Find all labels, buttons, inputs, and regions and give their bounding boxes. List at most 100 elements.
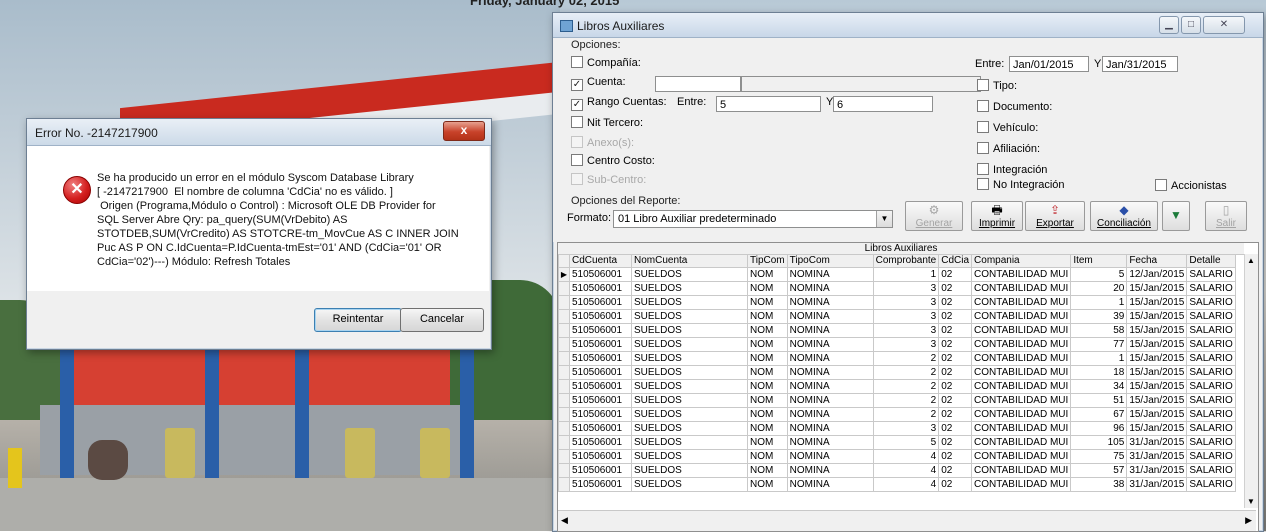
table-cell[interactable]: 75 (1070, 449, 1128, 464)
column-header[interactable]: Comprobante (872, 254, 940, 268)
table-cell[interactable]: SALARIO (1186, 421, 1236, 436)
table-cell[interactable]: NOMINA (786, 463, 874, 478)
table-cell[interactable]: SUELDOS (631, 449, 748, 464)
close-window-button[interactable]: ✕ (1203, 16, 1245, 34)
row-selector[interactable] (558, 477, 570, 492)
row-selector[interactable] (558, 407, 570, 422)
table-cell[interactable]: 2 (872, 393, 940, 408)
table-cell[interactable]: 510506001 (569, 407, 632, 422)
table-cell[interactable]: SUELDOS (631, 435, 748, 450)
table-cell[interactable]: NOMINA (786, 337, 874, 352)
checkbox-box[interactable]: ✓ (571, 79, 583, 91)
table-cell[interactable]: NOM (747, 477, 788, 492)
table-cell[interactable]: 15/Jan/2015 (1126, 337, 1188, 352)
table-cell[interactable]: SUELDOS (631, 393, 748, 408)
table-cell[interactable]: SALARIO (1186, 309, 1236, 324)
table-cell[interactable]: 12/Jan/2015 (1126, 267, 1188, 282)
table-cell[interactable]: 02 (938, 407, 973, 422)
table-cell[interactable]: 02 (938, 337, 973, 352)
table-cell[interactable]: NOMINA (786, 281, 874, 296)
table-cell[interactable]: 510506001 (569, 393, 632, 408)
table-row[interactable]: 510506001 SUELDOS NOM NOMINA 2 02 CONTABILIDAD… (558, 351, 1236, 366)
table-cell[interactable]: 5 (872, 435, 940, 450)
table-cell[interactable]: 77 (1070, 337, 1128, 352)
column-header[interactable]: Detalle (1186, 254, 1236, 268)
table-cell[interactable]: CONTABILIDAD MUI (971, 365, 1072, 380)
table-cell[interactable]: 57 (1070, 463, 1128, 478)
table-cell[interactable]: 15/Jan/2015 (1126, 421, 1188, 436)
table-cell[interactable]: 510506001 (569, 435, 632, 450)
row-selector[interactable] (558, 351, 570, 366)
table-cell[interactable]: NOM (747, 449, 788, 464)
table-cell[interactable]: 02 (938, 393, 973, 408)
table-cell[interactable]: SUELDOS (631, 267, 748, 282)
table-cell[interactable]: NOMINA (786, 407, 874, 422)
table-cell[interactable]: CONTABILIDAD MUI (971, 379, 1072, 394)
table-row[interactable]: 510506001 SUELDOS NOM NOMINA 2 02 CONTABILIDAD… (558, 407, 1236, 422)
table-cell[interactable]: SALARIO (1186, 463, 1236, 478)
table-cell[interactable]: 15/Jan/2015 (1126, 323, 1188, 338)
table-cell[interactable]: 02 (938, 267, 973, 282)
table-cell[interactable]: 3 (872, 323, 940, 338)
table-cell[interactable]: 3 (872, 309, 940, 324)
centro-costo-checkbox[interactable]: Centro Costo: (571, 154, 655, 167)
formato-select[interactable]: 01 Libro Auxiliar predeterminado ▼ (613, 210, 893, 228)
table-cell[interactable]: NOMINA (786, 379, 874, 394)
table-cell[interactable]: NOM (747, 323, 788, 338)
table-cell[interactable]: NOMINA (786, 449, 874, 464)
table-cell[interactable]: SALARIO (1186, 393, 1236, 408)
row-selector[interactable] (558, 365, 570, 380)
checkbox-box[interactable] (977, 142, 989, 154)
table-row[interactable]: 510506001 SUELDOS NOM NOMINA 5 02 CONTABILIDAD… (558, 435, 1236, 450)
row-selector[interactable] (558, 281, 570, 296)
table-cell[interactable]: 02 (938, 351, 973, 366)
table-cell[interactable]: 510506001 (569, 477, 632, 492)
table-cell[interactable]: 510506001 (569, 379, 632, 394)
integracion-checkbox[interactable]: Integración (977, 163, 1047, 176)
horizontal-scrollbar[interactable]: ◀ ▶ (558, 510, 1256, 531)
table-cell[interactable]: CONTABILIDAD MUI (971, 449, 1072, 464)
nit-tercero-checkbox[interactable]: Nit Tercero: (571, 116, 643, 129)
table-cell[interactable]: 2 (872, 407, 940, 422)
table-cell[interactable]: 1 (872, 267, 940, 282)
row-selector[interactable] (558, 337, 570, 352)
table-cell[interactable]: 510506001 (569, 267, 632, 282)
table-row[interactable]: 510506001 SUELDOS NOM NOMINA 4 02 CONTABILIDAD… (558, 463, 1236, 478)
table-cell[interactable]: SUELDOS (631, 309, 748, 324)
table-row[interactable]: 510506001 SUELDOS NOM NOMINA 3 02 CONTABILIDAD… (558, 281, 1236, 296)
column-header[interactable]: CdCuenta (569, 254, 632, 268)
table-cell[interactable]: SALARIO (1186, 267, 1236, 282)
table-cell[interactable]: 18 (1070, 365, 1128, 380)
table-row[interactable]: 510506001 SUELDOS NOM NOMINA 3 02 CONTABILIDAD… (558, 323, 1236, 338)
filter-button[interactable]: ▼ (1162, 201, 1190, 231)
table-cell[interactable]: 02 (938, 379, 973, 394)
table-cell[interactable]: 15/Jan/2015 (1126, 379, 1188, 394)
table-row[interactable]: ▶ 510506001 SUELDOS NOM NOMINA 1 02 CONTABILIDA… (558, 267, 1236, 282)
table-cell[interactable]: 15/Jan/2015 (1126, 407, 1188, 422)
table-cell[interactable]: 3 (872, 295, 940, 310)
compania-checkbox[interactable]: Compañía: (571, 56, 641, 69)
table-cell[interactable]: CONTABILIDAD MUI (971, 407, 1072, 422)
row-selector[interactable] (558, 309, 570, 324)
table-cell[interactable]: 5 (1070, 267, 1128, 282)
conciliacion-button[interactable]: ◆ Conciliación (1090, 201, 1158, 231)
row-selector[interactable] (558, 421, 570, 436)
libros-auxiliares-grid[interactable]: Libros Auxiliares CdCuenta NomCuenta TipCo… (557, 242, 1259, 532)
table-cell[interactable]: NOMINA (786, 421, 874, 436)
data-table[interactable]: CdCuenta NomCuenta TipCom TipoCom Comprobant… (558, 254, 1236, 492)
table-cell[interactable]: 15/Jan/2015 (1126, 281, 1188, 296)
table-cell[interactable]: 15/Jan/2015 (1126, 295, 1188, 310)
rango-cuentas-checkbox[interactable]: ✓ Rango Cuentas: (571, 96, 667, 111)
table-row[interactable]: 510506001 SUELDOS NOM NOMINA 3 02 CONTABILIDAD… (558, 421, 1236, 436)
documento-checkbox[interactable]: Documento: (977, 100, 1052, 113)
cuenta-input[interactable] (655, 76, 741, 92)
table-cell[interactable]: CONTABILIDAD MUI (971, 463, 1072, 478)
table-cell[interactable]: 2 (872, 365, 940, 380)
table-cell[interactable]: 02 (938, 323, 973, 338)
table-cell[interactable]: 39 (1070, 309, 1128, 324)
table-cell[interactable]: NOM (747, 365, 788, 380)
table-cell[interactable]: 67 (1070, 407, 1128, 422)
vertical-scrollbar[interactable]: ▲ ▼ (1244, 254, 1258, 508)
table-cell[interactable]: SUELDOS (631, 295, 748, 310)
table-cell[interactable]: NOMINA (786, 393, 874, 408)
